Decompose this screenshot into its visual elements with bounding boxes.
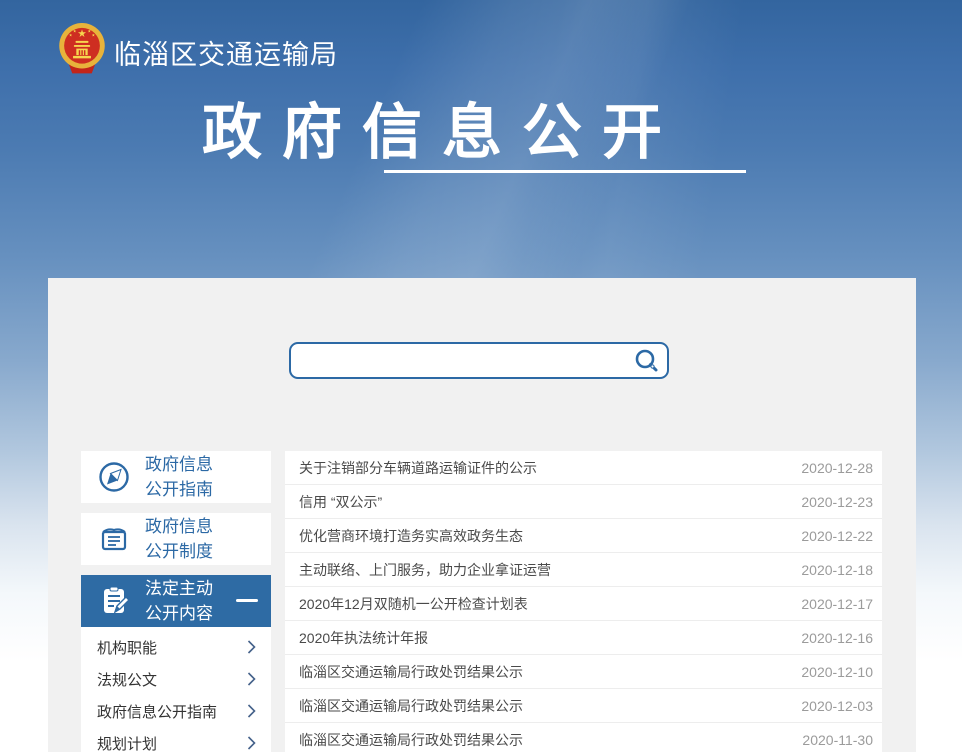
national-emblem-icon	[56, 20, 108, 78]
clipboard-pencil-icon	[97, 584, 131, 618]
subitem-label: 规划计划	[97, 733, 157, 752]
article-row[interactable]: 信用 “双公示” 2020-12-23	[285, 485, 882, 519]
article-row[interactable]: 优化营商环境打造务实高效政务生态 2020-12-22	[285, 519, 882, 553]
chevron-right-icon	[247, 704, 256, 718]
sidebar-item-disclosure-system[interactable]: 政府信息 公开制度	[81, 513, 271, 565]
content-panel: 政府信息 公开指南 政府信息 公开制度	[48, 278, 916, 752]
sidebar-subitem-plans[interactable]: 规划计划	[81, 727, 271, 752]
search-input[interactable]	[291, 344, 633, 377]
sidebar-submenu: 机构职能 法规公文 政府信息公开指南 规划计划	[81, 627, 271, 752]
book-icon	[97, 522, 131, 556]
article-list: 关于注销部分车辆道路运输证件的公示 2020-12-28 信用 “双公示” 20…	[285, 451, 882, 752]
sidebar-item-disclosure-guide[interactable]: 政府信息 公开指南	[81, 451, 271, 503]
compass-icon	[97, 460, 131, 494]
article-date: 2020-12-03	[801, 698, 873, 714]
article-row[interactable]: 主动联络、上门服务，助力企业拿证运营 2020-12-18	[285, 553, 882, 587]
org-name: 临淄区交通运输局	[114, 33, 338, 72]
article-row[interactable]: 关于注销部分车辆道路运输证件的公示 2020-12-28	[285, 451, 882, 485]
page-title: 政府信息公开	[202, 84, 682, 171]
article-date: 2020-12-28	[801, 460, 873, 476]
article-link[interactable]: 信用 “双公示”	[299, 492, 382, 512]
article-row[interactable]: 临淄区交通运输局行政处罚结果公示 2020-12-10	[285, 655, 882, 689]
subitem-label: 政府信息公开指南	[97, 701, 217, 722]
article-date: 2020-12-17	[801, 596, 873, 612]
subitem-label: 机构职能	[97, 637, 157, 658]
article-date: 2020-12-16	[801, 630, 873, 646]
search-bar	[289, 342, 669, 379]
chevron-right-icon	[247, 672, 256, 686]
sidebar-item-legal-active-disclosure[interactable]: 法定主动 公开内容	[81, 575, 271, 627]
article-date: 2020-11-30	[802, 732, 873, 748]
article-row[interactable]: 2020年执法统计年报 2020-12-16	[285, 621, 882, 655]
article-link[interactable]: 临淄区交通运输局行政处罚结果公示	[299, 696, 523, 716]
article-row[interactable]: 临淄区交通运输局行政处罚结果公示 2020-11-30	[285, 723, 882, 752]
subitem-label: 法规公文	[97, 669, 157, 690]
sidebar-item-label: 政府信息 公开制度	[145, 514, 213, 564]
article-link[interactable]: 临淄区交通运输局行政处罚结果公示	[299, 730, 523, 750]
article-row[interactable]: 临淄区交通运输局行政处罚结果公示 2020-12-03	[285, 689, 882, 723]
sidebar: 政府信息 公开指南 政府信息 公开制度	[81, 451, 271, 752]
article-link[interactable]: 主动联络、上门服务，助力企业拿证运营	[299, 560, 551, 580]
sidebar-item-label: 政府信息 公开指南	[145, 452, 213, 502]
sidebar-subitem-regulations[interactable]: 法规公文	[81, 663, 271, 695]
search-icon	[634, 348, 660, 374]
sidebar-subitem-disclosure-guide[interactable]: 政府信息公开指南	[81, 695, 271, 727]
article-link[interactable]: 临淄区交通运输局行政处罚结果公示	[299, 662, 523, 682]
page: 临淄区交通运输局 政府信息公开	[0, 0, 962, 752]
sidebar-item-label: 法定主动 公开内容	[145, 576, 213, 626]
title-underline	[384, 170, 746, 173]
article-row[interactable]: 2020年12月双随机一公开检查计划表 2020-12-17	[285, 587, 882, 621]
article-link[interactable]: 2020年12月双随机一公开检查计划表	[299, 594, 528, 614]
article-date: 2020-12-18	[801, 562, 873, 578]
search-button[interactable]	[633, 344, 667, 377]
chevron-right-icon	[247, 640, 256, 654]
article-link[interactable]: 优化营商环境打造务实高效政务生态	[299, 526, 523, 546]
article-link[interactable]: 关于注销部分车辆道路运输证件的公示	[299, 458, 537, 478]
article-date: 2020-12-23	[801, 494, 873, 510]
article-date: 2020-12-22	[801, 528, 873, 544]
article-date: 2020-12-10	[801, 664, 873, 680]
sidebar-subitem-org-functions[interactable]: 机构职能	[81, 631, 271, 663]
chevron-right-icon	[247, 736, 256, 750]
article-link[interactable]: 2020年执法统计年报	[299, 628, 428, 648]
minus-icon	[236, 599, 258, 602]
